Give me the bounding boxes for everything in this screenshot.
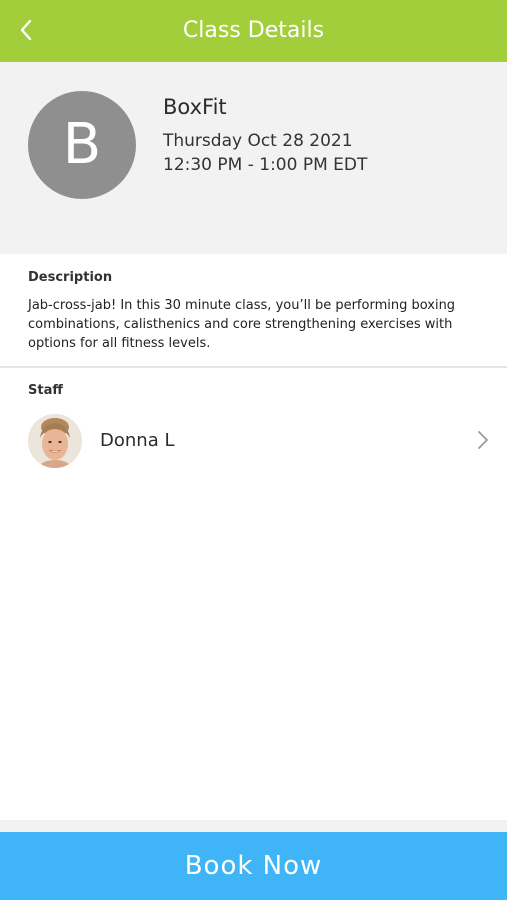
description-section: Description Jab-cross-jab! In this 30 mi… bbox=[0, 254, 507, 368]
description-heading: Description bbox=[28, 270, 113, 285]
chevron-right-icon bbox=[478, 431, 488, 449]
staff-row[interactable]: Donna L bbox=[0, 407, 507, 475]
class-date: Thursday Oct 28 2021 bbox=[163, 131, 353, 151]
staff-avatar bbox=[28, 414, 82, 468]
footer-divider bbox=[0, 820, 507, 832]
class-name: BoxFit bbox=[163, 95, 227, 119]
book-now-button[interactable]: Book Now bbox=[0, 832, 507, 900]
description-text: Jab-cross-jab! In this 30 minute class, … bbox=[28, 298, 456, 351]
page-title: Class Details bbox=[182, 18, 325, 43]
avatar-letter: B bbox=[62, 112, 102, 177]
class-time: 12:30 PM - 1:00 PM EDT bbox=[163, 155, 368, 175]
top-bar: Class Details bbox=[0, 0, 507, 62]
staff-name: Donna L bbox=[100, 430, 175, 451]
staff-heading: Staff bbox=[28, 383, 63, 398]
class-summary: B BoxFit Thursday Oct 28 2021 12:30 PM -… bbox=[0, 62, 507, 254]
class-avatar: B bbox=[28, 91, 136, 199]
